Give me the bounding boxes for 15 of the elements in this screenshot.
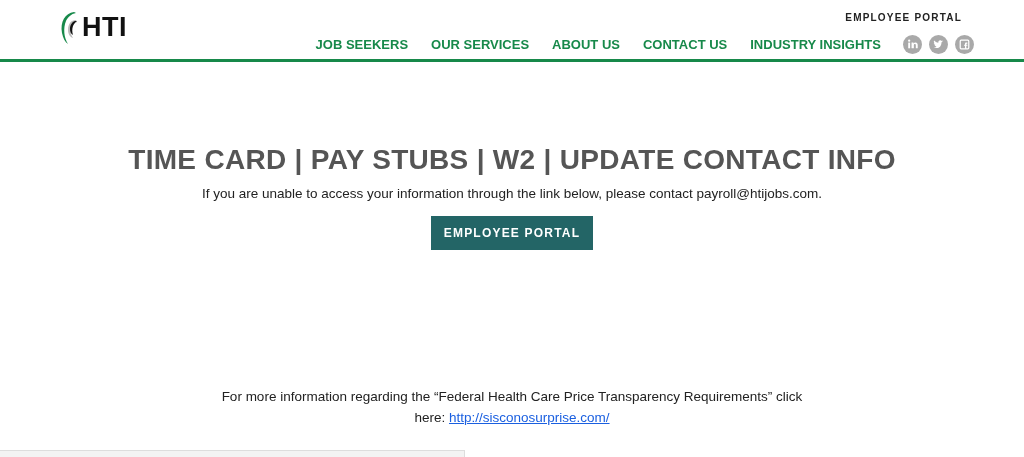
nav-link[interactable]: JOB SEEKERS [315, 37, 409, 52]
twitter-icon[interactable] [929, 35, 948, 54]
employee-portal-button[interactable]: EMPLOYEE PORTAL [430, 216, 594, 250]
nav-link[interactable]: INDUSTRY INSIGHTS [750, 37, 881, 52]
facebook-icon[interactable] [955, 35, 974, 54]
info-text: If you are unable to access your information through the link below, please contact payroll@htijobs.com. [201, 186, 822, 201]
employee-portal-link[interactable]: EMPLOYEE PORTAL [845, 12, 962, 23]
footer-text: For more information regarding the “Federal Health Care Price Transparency Requirements” click here: http://sisconosurprise.com/ [220, 388, 804, 427]
website-link[interactable]: http://sisconosurprise.com/ [449, 410, 610, 425]
nav-link[interactable]: OUR SERVICES [431, 37, 530, 52]
page-title: TIME CARD | PAY STUBS | W2 | UPDATE CONTACT INFO [128, 144, 896, 176]
nav-link[interactable]: ABOUT US [552, 37, 620, 52]
logo-text[interactable]: HTI [82, 11, 127, 43]
nav-link[interactable]: CONTACT US [643, 37, 728, 52]
linkedin-icon[interactable] [903, 35, 922, 54]
